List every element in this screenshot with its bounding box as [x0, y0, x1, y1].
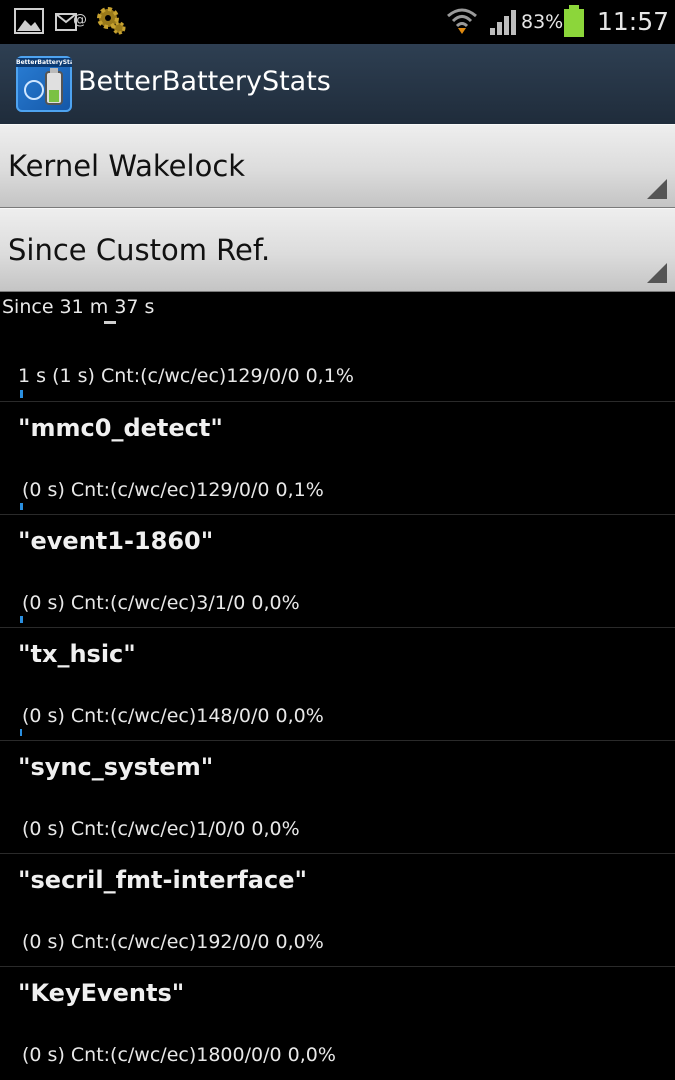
svg-text:@: @	[73, 12, 87, 28]
gallery-icon	[14, 8, 44, 38]
usage-bar	[20, 616, 23, 623]
wakelock-name: "tx_hsic"	[18, 640, 136, 668]
wakelock-stats: (0 s) Cnt:(c/wc/ec)129/0/0 0,1%	[22, 479, 324, 501]
wakelock-row[interactable]: "event1-1860" (0 s) Cnt:(c/wc/ec)3/1/0 0…	[0, 515, 675, 628]
wakelock-name: "KeyEvents"	[18, 979, 185, 1007]
status-bar: @ 83% 11:57	[0, 0, 675, 44]
settings-gear-icon	[94, 4, 126, 40]
wakelock-name: "sync_system"	[18, 753, 214, 781]
wifi-icon	[446, 6, 478, 40]
wakelock-row[interactable]: "mmc0_detect" (0 s) Cnt:(c/wc/ec)129/0/0…	[0, 402, 675, 515]
signal-icon	[488, 8, 518, 40]
battery-percent: 83%	[521, 11, 564, 33]
wakelock-stats: (0 s) Cnt:(c/wc/ec)192/0/0 0,0%	[22, 931, 324, 953]
dropdown-triangle-icon	[647, 179, 667, 199]
action-bar: BetterBatteryStats BetterBatteryStats	[0, 44, 675, 125]
wakelock-row[interactable]: "KeyEvents" (0 s) Cnt:(c/wc/ec)1800/0/0 …	[0, 967, 675, 1080]
wakelock-name: "secril_fmt-interface"	[18, 866, 308, 894]
clock: 11:57	[597, 7, 670, 36]
wakelock-row[interactable]: "sync_system" (0 s) Cnt:(c/wc/ec)1/0/0 0…	[0, 741, 675, 854]
app-title: BetterBatteryStats	[78, 66, 331, 97]
stat-type-label: Kernel Wakelock	[8, 149, 246, 183]
wakelock-row[interactable]: "secril_fmt-interface" (0 s) Cnt:(c/wc/e…	[0, 854, 675, 967]
wakelock-stats: 1 s (1 s) Cnt:(c/wc/ec)129/0/0 0,1%	[18, 365, 354, 387]
email-icon: @	[55, 8, 87, 40]
since-marker	[104, 321, 116, 324]
dropdown-triangle-icon	[647, 263, 667, 283]
usage-bar	[20, 729, 22, 736]
wakelock-name: "event1-1860"	[18, 527, 214, 555]
wakelock-row[interactable]: "tx_hsic" (0 s) Cnt:(c/wc/ec)148/0/0 0,0…	[0, 628, 675, 741]
usage-bar	[20, 503, 23, 510]
wakelock-stats: (0 s) Cnt:(c/wc/ec)3/1/0 0,0%	[22, 592, 300, 614]
since-label: Since 31 m 37 s	[2, 296, 155, 318]
usage-bar	[20, 390, 23, 398]
app-logo-icon[interactable]: BetterBatteryStats	[16, 56, 72, 112]
wakelock-stats: (0 s) Cnt:(c/wc/ec)1/0/0 0,0%	[22, 818, 300, 840]
wakelock-name: "mmc0_detect"	[18, 414, 223, 442]
stat-type-spinner[interactable]: Kernel Wakelock	[0, 124, 675, 208]
battery-icon	[562, 4, 586, 42]
reference-spinner[interactable]: Since Custom Ref.	[0, 208, 675, 292]
wakelock-stats: (0 s) Cnt:(c/wc/ec)1800/0/0 0,0%	[22, 1044, 336, 1066]
reference-label: Since Custom Ref.	[8, 233, 271, 267]
wakelock-stats: (0 s) Cnt:(c/wc/ec)148/0/0 0,0%	[22, 705, 324, 727]
